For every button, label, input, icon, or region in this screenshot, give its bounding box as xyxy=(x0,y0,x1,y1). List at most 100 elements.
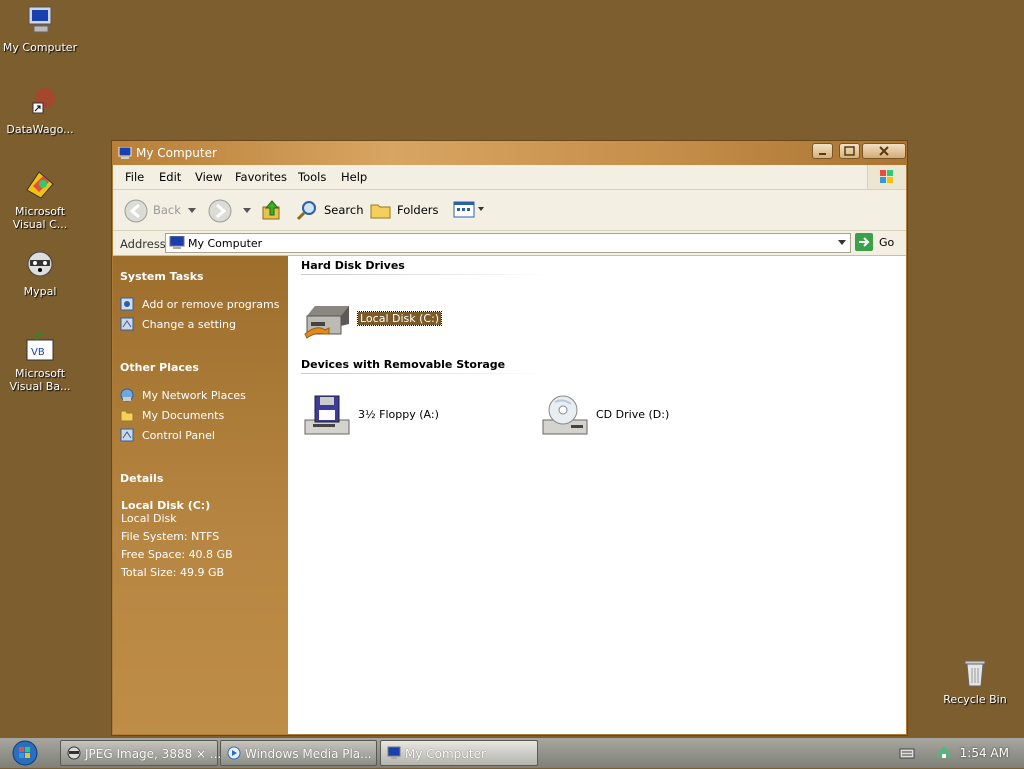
taskbar-button-label: Windows Media Pla... xyxy=(245,747,372,761)
back-button[interactable]: Back xyxy=(124,199,199,223)
menu-tools[interactable]: Tools xyxy=(298,170,326,184)
drive-label: 3½ Floppy (A:) xyxy=(358,408,439,421)
keyboard-icon[interactable] xyxy=(899,747,915,759)
system-tasks-heading[interactable]: System Tasks xyxy=(120,270,204,283)
network-tray-icon[interactable] xyxy=(936,746,952,760)
folder-icon xyxy=(120,410,134,422)
taskbar-button-label: My Computer xyxy=(405,747,486,761)
search-label: Search xyxy=(324,203,364,217)
group-heading: Devices with Removable Storage xyxy=(301,358,506,371)
chevron-down-icon[interactable] xyxy=(243,208,251,214)
taskbar: JPEG Image, 3888 × ... Windows Media Pla… xyxy=(0,738,1024,768)
my-computer-icon xyxy=(387,746,401,759)
raccoon-icon xyxy=(23,248,57,282)
drive-label: Local Disk (C:) xyxy=(356,311,443,326)
forward-arrow-icon xyxy=(208,199,232,223)
menu-bar: File Edit View Favorites Tools Help xyxy=(113,165,906,190)
group-divider xyxy=(301,373,551,374)
title-bar[interactable]: My Computer xyxy=(112,141,907,165)
desktop-icon-label: My Computer xyxy=(2,41,78,54)
programs-icon xyxy=(120,297,134,311)
monitor-icon xyxy=(23,4,57,38)
drive-floppy-a[interactable]: 3½ Floppy (A:) xyxy=(303,394,453,446)
desktop-icon-visual-basic[interactable]: VB Microsoft Visual Ba... xyxy=(0,330,80,393)
up-folder-button[interactable] xyxy=(261,199,285,221)
address-value: My Computer xyxy=(188,237,263,250)
details-heading[interactable]: Details xyxy=(120,472,163,485)
details-file-system: File System: NTFS xyxy=(121,530,220,543)
views-icon xyxy=(453,201,484,218)
control-panel-icon xyxy=(120,428,134,442)
cd-drive-icon xyxy=(542,395,588,435)
taskbar-button-my-computer[interactable]: My Computer xyxy=(380,740,538,766)
svg-text:VB: VB xyxy=(31,347,45,358)
back-label: Back xyxy=(153,203,181,217)
chevron-down-icon[interactable] xyxy=(836,236,848,248)
minimize-button[interactable] xyxy=(812,143,833,159)
clock[interactable]: 1:54 AM xyxy=(960,746,1009,760)
link-label: My Documents xyxy=(142,409,225,422)
folders-label: Folders xyxy=(397,203,439,217)
menu-help[interactable]: Help xyxy=(341,170,367,184)
desktop-icon-label: Microsoft Visual C... xyxy=(12,205,68,231)
minimize-icon xyxy=(819,153,826,155)
start-button[interactable] xyxy=(8,740,42,766)
visual-basic-icon: VB xyxy=(23,330,57,364)
views-button[interactable] xyxy=(453,199,489,221)
details-type: Local Disk xyxy=(121,512,177,525)
go-button[interactable]: Go xyxy=(855,233,905,251)
menu-edit[interactable]: Edit xyxy=(159,170,181,184)
visual-c-icon xyxy=(23,168,57,202)
forward-button[interactable] xyxy=(208,199,253,223)
address-bar: Address My Computer Go xyxy=(113,231,906,256)
other-places-heading[interactable]: Other Places xyxy=(120,361,199,374)
task-pane: System Tasks Add or remove programs Chan… xyxy=(113,256,288,734)
app-shortcut-icon xyxy=(23,86,57,120)
close-button[interactable] xyxy=(862,143,906,159)
my-computer-icon xyxy=(169,236,185,249)
group-divider xyxy=(301,274,551,275)
drive-local-disk-c[interactable]: Local Disk (C:) xyxy=(303,298,443,350)
search-button[interactable]: Search xyxy=(296,199,366,221)
link-label: Change a setting xyxy=(142,318,236,331)
go-arrow-icon xyxy=(855,233,873,251)
explorer-window: My Computer File Edit View Favorites Too… xyxy=(111,140,908,736)
taskbar-button-media-player[interactable]: Windows Media Pla... xyxy=(220,740,377,766)
desktop-icon-mypal[interactable]: Mypal xyxy=(0,248,80,298)
menu-file[interactable]: File xyxy=(125,170,144,184)
chevron-down-icon[interactable] xyxy=(188,208,196,214)
address-label: Address xyxy=(120,237,166,251)
go-label: Go xyxy=(879,236,895,249)
file-view: Hard Disk Drives Local Disk (C:) Devices… xyxy=(288,256,906,734)
network-icon xyxy=(120,388,134,402)
group-heading: Hard Disk Drives xyxy=(301,259,405,272)
system-tray: 1:54 AM xyxy=(884,738,1024,768)
details-name: Local Disk (C:) xyxy=(121,499,211,512)
address-input[interactable]: My Computer xyxy=(165,233,851,253)
desktop-icon-datawagon[interactable]: DataWago... xyxy=(0,86,80,136)
up-arrow-icon xyxy=(262,200,280,220)
drive-label: CD Drive (D:) xyxy=(596,408,670,421)
drive-cd-d[interactable]: CD Drive (D:) xyxy=(541,394,691,446)
menu-view[interactable]: View xyxy=(195,170,222,184)
folders-button[interactable]: Folders xyxy=(370,199,440,221)
desktop-icon-recycle-bin[interactable]: Recycle Bin xyxy=(935,656,1015,706)
windows-orb-icon xyxy=(12,740,38,766)
my-computer-icon xyxy=(118,147,132,159)
raccoon-icon xyxy=(67,746,81,760)
menu-favorites[interactable]: Favorites xyxy=(235,170,287,184)
taskbar-button-jpeg-image[interactable]: JPEG Image, 3888 × ... xyxy=(60,740,222,766)
restore-button[interactable] xyxy=(839,143,860,159)
desktop-icon-my-computer[interactable]: My Computer xyxy=(0,4,80,54)
toolbar: Back Search Folders xyxy=(113,190,906,231)
search-icon xyxy=(296,201,316,221)
back-arrow-icon xyxy=(124,199,148,223)
desktop-icon-label: DataWago... xyxy=(6,123,74,136)
desktop-icon-label: Recycle Bin xyxy=(943,693,1007,706)
floppy-drive-icon xyxy=(304,395,350,435)
desktop-icon-visual-c[interactable]: Microsoft Visual C... xyxy=(0,168,80,231)
folders-icon xyxy=(370,204,391,219)
details-total-size: Total Size: 49.9 GB xyxy=(121,566,225,579)
taskbar-button-label: JPEG Image, 3888 × ... xyxy=(85,747,222,761)
desktop-icon-label: Microsoft Visual Ba... xyxy=(9,367,71,393)
